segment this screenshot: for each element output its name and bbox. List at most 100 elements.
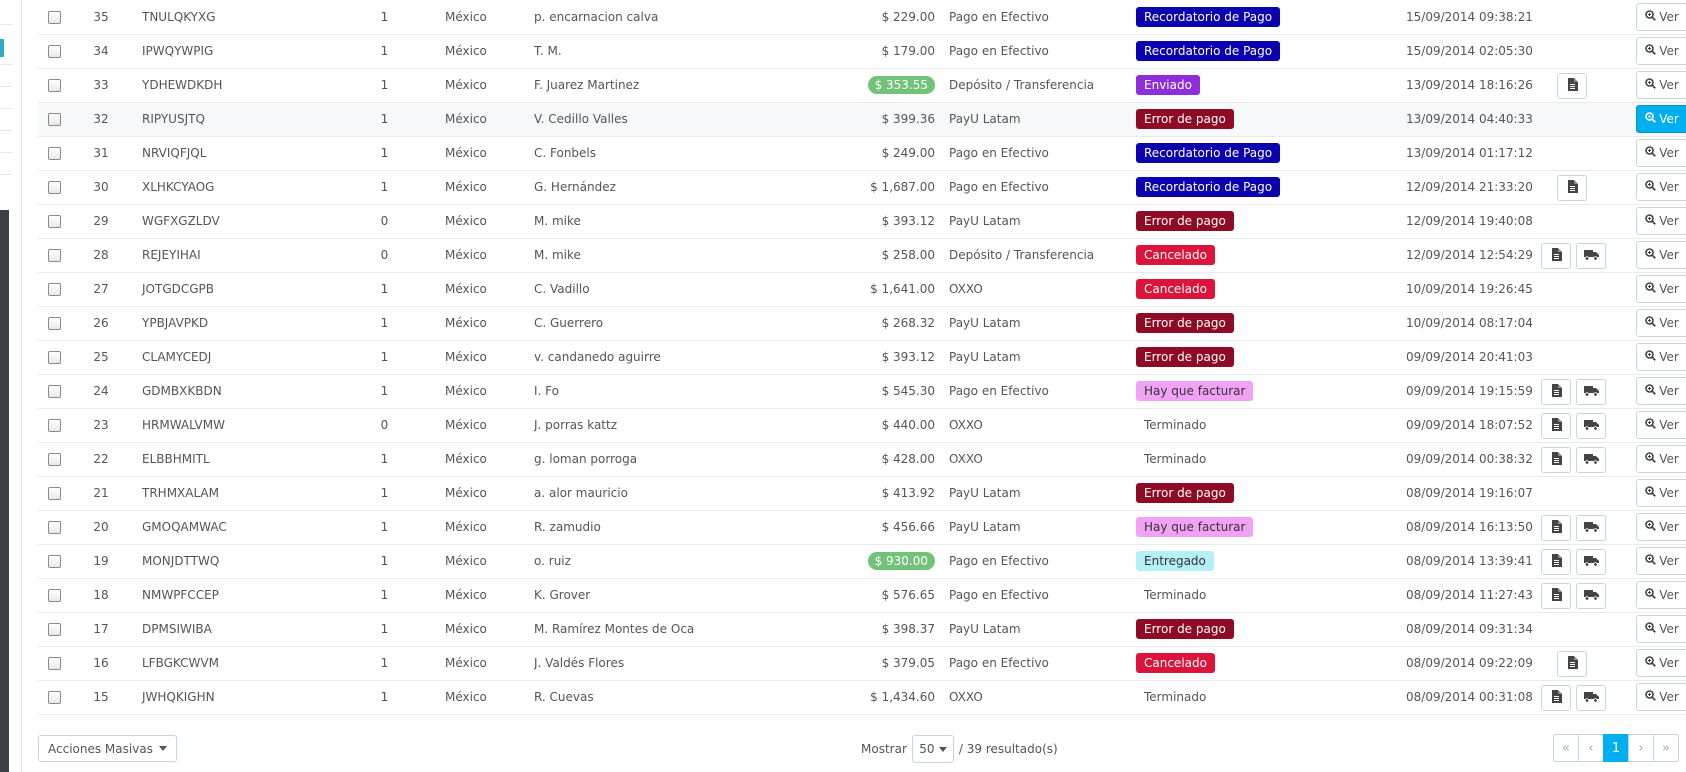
view-button[interactable]: Ver (1636, 105, 1686, 133)
page-next-button[interactable]: › (1628, 734, 1654, 762)
invoice-button[interactable] (1541, 549, 1571, 575)
row-checkbox[interactable] (47, 10, 61, 24)
delivery-slip-button[interactable] (1576, 413, 1606, 439)
view-button[interactable]: Ver (1636, 139, 1686, 167)
order-row[interactable]: 27 JOTGDCGPB 1 México C. Vadillo $ 1,641.00 OX… (38, 272, 1686, 307)
page-first-button[interactable]: « (1553, 734, 1579, 762)
order-row[interactable]: 35 TNULQKYXG 1 México p. encarnacion calva $ … (38, 0, 1686, 35)
invoice-button[interactable] (1541, 447, 1571, 473)
order-row[interactable]: 17 DPMSIWIBA 1 México M. Ramírez Montes de O… (38, 612, 1686, 647)
row-checkbox[interactable] (47, 317, 61, 330)
invoice-button[interactable] (1557, 651, 1587, 677)
view-button[interactable]: Ver (1636, 649, 1686, 677)
view-button[interactable]: Ver (1636, 615, 1686, 643)
row-checkbox[interactable] (47, 521, 61, 534)
order-row[interactable]: 22 ELBBHMITL 1 México g. loman porroga $ 428.… (38, 442, 1686, 477)
actions-cell: Ver (1636, 408, 1686, 443)
documents-cell (1541, 238, 1636, 273)
view-button[interactable]: Ver (1636, 2, 1686, 31)
row-checkbox[interactable] (47, 147, 61, 160)
row-checkbox[interactable] (47, 215, 61, 228)
order-row[interactable]: 31 NRVIQFJQL 1 México C. Fonbels $ 249.00 Pago… (38, 136, 1686, 171)
row-checkbox[interactable] (47, 351, 61, 364)
documents-cell (1541, 136, 1636, 171)
view-button[interactable]: Ver (1636, 241, 1686, 269)
customer-cell: R. zamudio (534, 510, 794, 545)
order-row[interactable]: 23 HRMWALVMW 0 México J. porras kattz $ 440.0… (38, 408, 1686, 443)
delivery-slip-button[interactable] (1576, 447, 1606, 473)
view-button[interactable]: Ver (1636, 513, 1686, 541)
view-button[interactable]: Ver (1636, 411, 1686, 439)
delivery-slip-button[interactable] (1576, 549, 1606, 575)
row-checkbox[interactable] (47, 691, 61, 704)
invoice-button[interactable] (1541, 583, 1571, 609)
delivery-slip-button[interactable] (1576, 515, 1606, 541)
invoice-button[interactable] (1541, 413, 1571, 439)
view-button[interactable]: Ver (1636, 309, 1686, 337)
row-checkbox[interactable] (47, 623, 61, 636)
view-button[interactable]: Ver (1636, 71, 1686, 99)
view-button[interactable]: Ver (1636, 37, 1686, 65)
view-button[interactable]: Ver (1636, 275, 1686, 303)
invoice-button[interactable] (1541, 685, 1571, 711)
bulk-actions-button[interactable]: Acciones Masivas (38, 735, 177, 762)
view-button[interactable]: Ver (1636, 173, 1686, 201)
page-last-button[interactable]: » (1653, 734, 1679, 762)
view-button[interactable]: Ver (1636, 377, 1686, 405)
row-checkbox[interactable] (47, 113, 61, 126)
order-row[interactable]: 33 YDHEWDKDH 1 México F. Juarez Martinez $ 35… (38, 68, 1686, 103)
invoice-button[interactable] (1541, 379, 1571, 405)
order-row[interactable]: 16 LFBGKCWVM 1 México J. Valdés Flores $ 379.… (38, 646, 1686, 681)
view-button[interactable]: Ver (1636, 547, 1686, 575)
view-button[interactable]: Ver (1636, 479, 1686, 507)
view-button[interactable]: Ver (1636, 445, 1686, 473)
row-checkbox[interactable] (47, 657, 61, 670)
delivery-slip-button[interactable] (1576, 685, 1606, 711)
row-checkbox[interactable] (47, 453, 61, 466)
row-checkbox[interactable] (47, 589, 61, 602)
order-row[interactable]: 28 REJEYIHAI 0 México M. mike $ 258.00 Depósit… (38, 238, 1686, 273)
order-row[interactable]: 34 IPWQYWPIG 1 México T. M. $ 179.00 Pago en E… (38, 34, 1686, 69)
row-checkbox[interactable] (47, 249, 61, 262)
new-client-flag: 1 (380, 622, 389, 636)
row-checkbox[interactable] (47, 181, 61, 194)
row-checkbox[interactable] (47, 385, 61, 398)
delivery-slip-button[interactable] (1576, 583, 1606, 609)
select-cell (38, 136, 70, 171)
order-row[interactable]: 18 NMWPFCCEP 1 México K. Grover $ 576.65 Pago … (38, 578, 1686, 613)
order-row[interactable]: 25 CLAMYCEDJ 1 México v. candanedo aguirre $ … (38, 340, 1686, 375)
view-button[interactable]: Ver (1636, 581, 1686, 609)
row-checkbox[interactable] (47, 283, 61, 296)
order-row[interactable]: 30 XLHKCYAOG 1 México G. Hernández $ 1,687.00… (38, 170, 1686, 205)
view-button[interactable]: Ver (1636, 207, 1686, 235)
new-client-cell: 1 (332, 578, 437, 613)
order-row[interactable]: 19 MONJDTTWQ 1 México o. ruiz $ 930.00 Pago en… (38, 544, 1686, 579)
order-total: $ 1,434.60 (870, 690, 935, 704)
truck-icon (1583, 589, 1599, 604)
order-row[interactable]: 21 TRHMXALAM 1 México a. alor mauricio $ 413.… (38, 476, 1686, 511)
order-row[interactable]: 29 WGFXGZLDV 0 México M. mike $ 393.12 PayU La… (38, 204, 1686, 239)
page-prev-button[interactable]: ‹ (1578, 734, 1604, 762)
order-row[interactable]: 32 RIPYUSJTQ 1 México V. Cedillo Valles $ 399… (38, 102, 1686, 137)
order-row[interactable]: 15 JWHQKIGHN 1 México R. Cuevas $ 1,434.60 OXX… (38, 680, 1686, 715)
invoice-button[interactable] (1557, 73, 1587, 99)
order-row[interactable]: 24 GDMBXKBDN 1 México I. Fo $ 545.30 Pago en E… (38, 374, 1686, 409)
row-checkbox[interactable] (47, 555, 61, 568)
row-checkbox[interactable] (47, 45, 61, 58)
view-button[interactable]: Ver (1636, 343, 1686, 371)
page-current-button[interactable]: 1 (1603, 734, 1629, 762)
delivery-slip-button[interactable] (1576, 243, 1606, 269)
invoice-button[interactable] (1557, 175, 1587, 201)
document-buttons (1541, 241, 1636, 269)
view-button[interactable]: Ver (1636, 683, 1686, 711)
order-row[interactable]: 20 GMOQAMWAC 1 México R. zamudio $ 456.66 PayU… (38, 510, 1686, 545)
row-checkbox[interactable] (47, 79, 61, 92)
row-checkbox[interactable] (47, 487, 61, 500)
new-client-flag: 1 (380, 384, 389, 398)
row-checkbox[interactable] (47, 419, 61, 432)
delivery-slip-button[interactable] (1576, 379, 1606, 405)
per-page-select[interactable]: 50 (911, 735, 954, 763)
invoice-button[interactable] (1541, 515, 1571, 541)
order-row[interactable]: 26 YPBJAVPKD 1 México C. Guerrero $ 268.32 Pay… (38, 306, 1686, 341)
invoice-button[interactable] (1541, 243, 1571, 269)
